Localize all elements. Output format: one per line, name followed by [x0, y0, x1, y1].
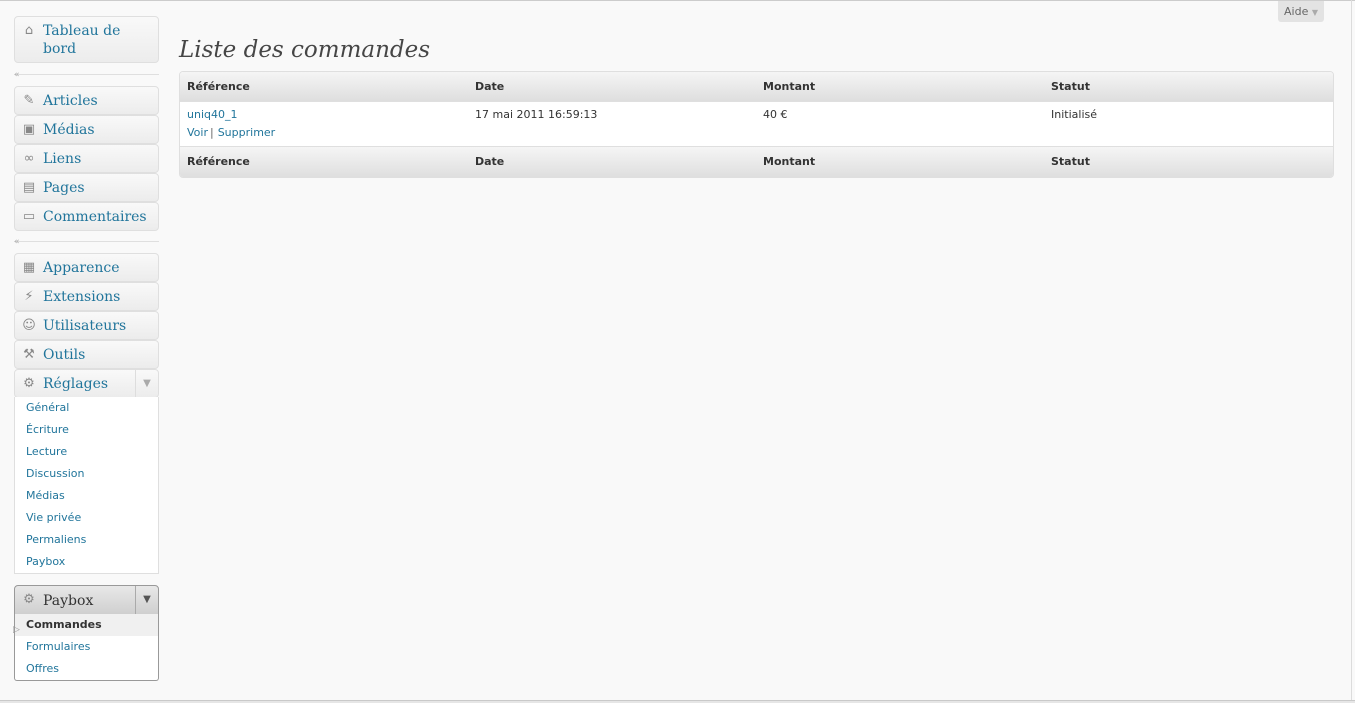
menu-commentaires[interactable]: ▭ Commentaires [14, 202, 159, 231]
menu-liens-label: Liens [43, 151, 82, 167]
reglages-submenu: Général Écriture Lecture Discussion Médi… [14, 397, 159, 574]
help-tab[interactable]: Aide ▼ [1278, 1, 1324, 22]
resize-handle[interactable]: ⋮ [1351, 320, 1355, 330]
footer-header-statut[interactable]: Statut [1051, 155, 1090, 168]
media-icon: ▣ [22, 122, 36, 137]
tools-icon: ⚒ [23, 347, 35, 362]
menu-outils-label: Outils [43, 347, 86, 363]
menu-articles[interactable]: ✎ Articles [14, 86, 159, 115]
cell-date: 17 mai 2011 16:59:13 [475, 108, 598, 121]
window-right-border [1351, 0, 1352, 703]
action-separator: | [209, 126, 214, 139]
column-header-date[interactable]: Date [475, 80, 504, 93]
submenu-item-vie-privee[interactable]: Vie privée [15, 507, 158, 529]
menu-separator [14, 241, 159, 242]
submenu-item-medias[interactable]: Médias [15, 485, 158, 507]
menu-apparence[interactable]: ▦ Apparence [14, 253, 159, 282]
menu-dashboard[interactable]: ⌂ Tableau de bord [14, 16, 159, 63]
submenu-item-formulaires[interactable]: Formulaires [15, 636, 158, 658]
submenu-item-commandes-label: Commandes [26, 618, 102, 631]
menu-pages[interactable]: ▤ Pages [14, 173, 159, 202]
users-icon: ☺ [22, 318, 36, 333]
settings-icon: ⚙ [23, 376, 35, 391]
menu-utilisateurs[interactable]: ☺ Utilisateurs [14, 311, 159, 340]
appearance-icon: ▦ [22, 260, 36, 275]
paybox-gear-icon: ⚙ [23, 592, 35, 607]
orders-table: Référence Date Montant Statut uniq40_1 1… [179, 71, 1334, 178]
submenu-item-offres[interactable]: Offres [15, 658, 158, 680]
submenu-item-lecture[interactable]: Lecture [15, 441, 158, 463]
menu-utilisateurs-label: Utilisateurs [43, 318, 127, 334]
pin-icon: ✎ [23, 93, 35, 108]
pages-icon: ▤ [22, 180, 36, 195]
chevron-down-icon[interactable]: ▼ [135, 370, 158, 397]
column-header-montant[interactable]: Montant [763, 80, 815, 93]
menu-articles-label: Articles [43, 93, 98, 109]
menu-reglages[interactable]: ⚙ Réglages ▼ [14, 369, 159, 398]
current-pointer-icon: ▷ [13, 625, 20, 635]
menu-pages-label: Pages [43, 180, 85, 196]
comment-icon: ▭ [22, 209, 36, 224]
menu-apparence-label: Apparence [43, 260, 120, 276]
menu-commentaires-label: Commentaires [43, 209, 147, 225]
page-title: Liste des commandes [179, 37, 431, 63]
submenu-item-paybox-settings[interactable]: Paybox [15, 551, 158, 573]
menu-dashboard-label: Tableau de bord [43, 23, 121, 57]
menu-reglages-label: Réglages [43, 376, 109, 392]
footer-header-date[interactable]: Date [475, 155, 504, 168]
chevron-down-icon: ▼ [1311, 8, 1318, 17]
submenu-item-commandes[interactable]: ▷ Commandes [13, 614, 158, 636]
cell-statut: Initialisé [1051, 108, 1097, 121]
cell-montant: 40 € [763, 108, 788, 121]
menu-extensions[interactable]: ⚡ Extensions [14, 282, 159, 311]
menu-liens[interactable]: ∞ Liens [14, 144, 159, 173]
collapse-arrow-icon[interactable]: « [14, 71, 22, 80]
link-icon: ∞ [23, 151, 35, 166]
menu-extensions-label: Extensions [43, 289, 121, 305]
menu-paybox-label: Paybox [43, 593, 94, 609]
menu-medias[interactable]: ▣ Médias [14, 115, 159, 144]
paybox-submenu: ▷ Commandes Formulaires Offres [13, 614, 159, 681]
menu-paybox[interactable]: ⚙ Paybox ▼ [14, 585, 159, 615]
delete-link[interactable]: Supprimer [218, 126, 276, 139]
plugin-icon: ⚡ [24, 289, 34, 304]
collapse-arrow-icon[interactable]: « [14, 238, 22, 247]
column-header-reference[interactable]: Référence [187, 80, 250, 93]
submenu-item-discussion[interactable]: Discussion [15, 463, 158, 485]
submenu-item-permaliens[interactable]: Permaliens [15, 529, 158, 551]
view-link[interactable]: Voir [187, 126, 208, 139]
home-icon: ⌂ [24, 23, 34, 38]
table-header: Référence Date Montant Statut [180, 72, 1333, 102]
submenu-item-ecriture[interactable]: Écriture [15, 419, 158, 441]
row-actions: Voir | Supprimer [187, 126, 275, 139]
submenu-item-general[interactable]: Général [15, 397, 158, 419]
menu-medias-label: Médias [43, 122, 95, 138]
window-top-border [0, 0, 1355, 1]
menu-outils[interactable]: ⚒ Outils [14, 340, 159, 369]
menu-separator [14, 74, 159, 75]
column-header-statut[interactable]: Statut [1051, 80, 1090, 93]
footer-header-reference[interactable]: Référence [187, 155, 250, 168]
help-tab-label: Aide [1284, 5, 1309, 18]
table-footer: Référence Date Montant Statut [180, 146, 1333, 177]
chevron-down-icon[interactable]: ▼ [135, 586, 158, 614]
cell-reference[interactable]: uniq40_1 [187, 108, 237, 121]
footer-header-montant[interactable]: Montant [763, 155, 815, 168]
